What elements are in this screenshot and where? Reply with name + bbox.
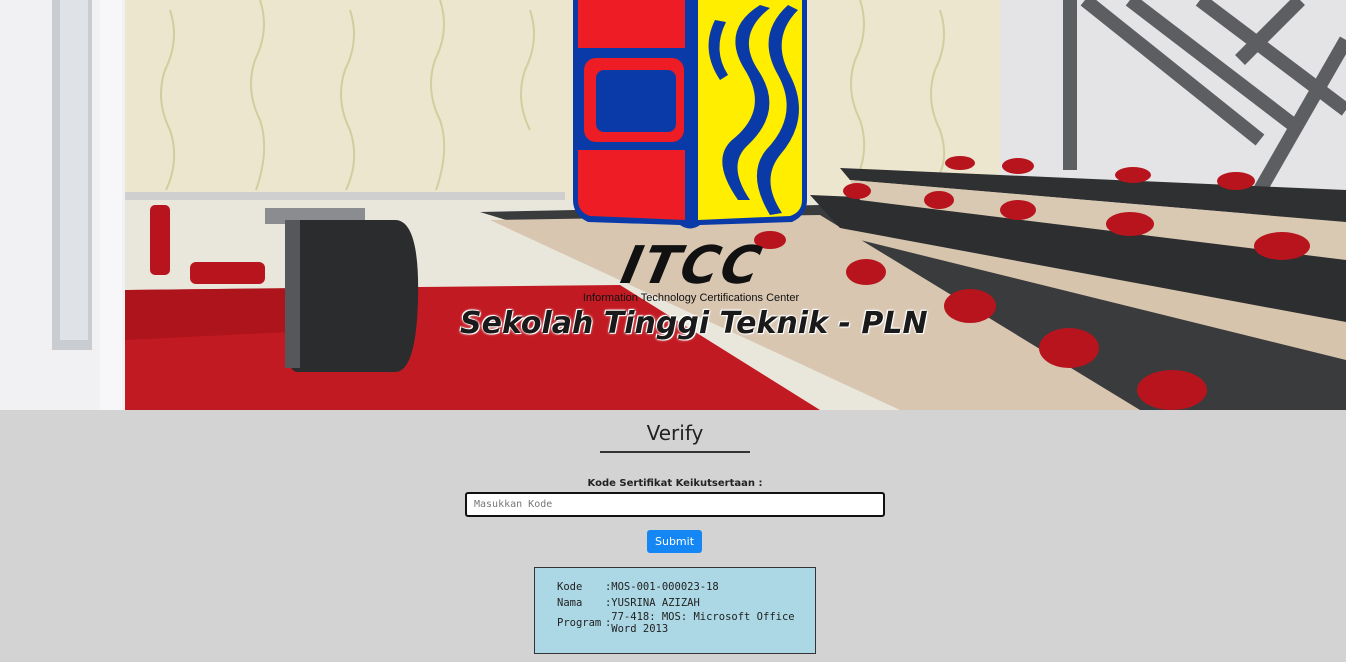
result-value-kode: MOS-001-000023-18: [611, 581, 719, 593]
itcc-logo-subtitle: Information Technology Certifications Ce…: [582, 292, 800, 304]
page-title: Verify: [600, 421, 750, 453]
hero-banner: ITCC Information Technology Certificatio…: [0, 0, 1346, 410]
code-field-label: Kode Sertifikat Keikutsertaan :: [587, 478, 763, 489]
result-row-nama: Nama : YUSRINA AZIZAH: [557, 595, 815, 611]
certificate-code-input[interactable]: [465, 492, 885, 517]
result-row-kode: Kode : MOS-001-000023-18: [557, 579, 815, 595]
verification-result-panel: Kode : MOS-001-000023-18 Nama : YUSRINA …: [534, 567, 816, 654]
result-key: Nama: [557, 597, 583, 609]
itcc-logo-text: ITCC: [616, 236, 768, 296]
school-name: Sekolah Tinggi Teknik - PLN: [460, 306, 928, 341]
result-key: Kode: [557, 581, 583, 593]
result-table: Kode : MOS-001-000023-18 Nama : YUSRINA …: [557, 579, 815, 635]
submit-button[interactable]: Submit: [647, 530, 702, 553]
result-value-nama: YUSRINA AZIZAH: [611, 597, 700, 609]
result-key: Program: [557, 617, 602, 629]
result-value-program: 77-418: MOS: Microsoft Office Word 2013: [611, 611, 795, 635]
result-row-program: Program : 77-418: MOS: Microsoft Office …: [557, 611, 815, 635]
